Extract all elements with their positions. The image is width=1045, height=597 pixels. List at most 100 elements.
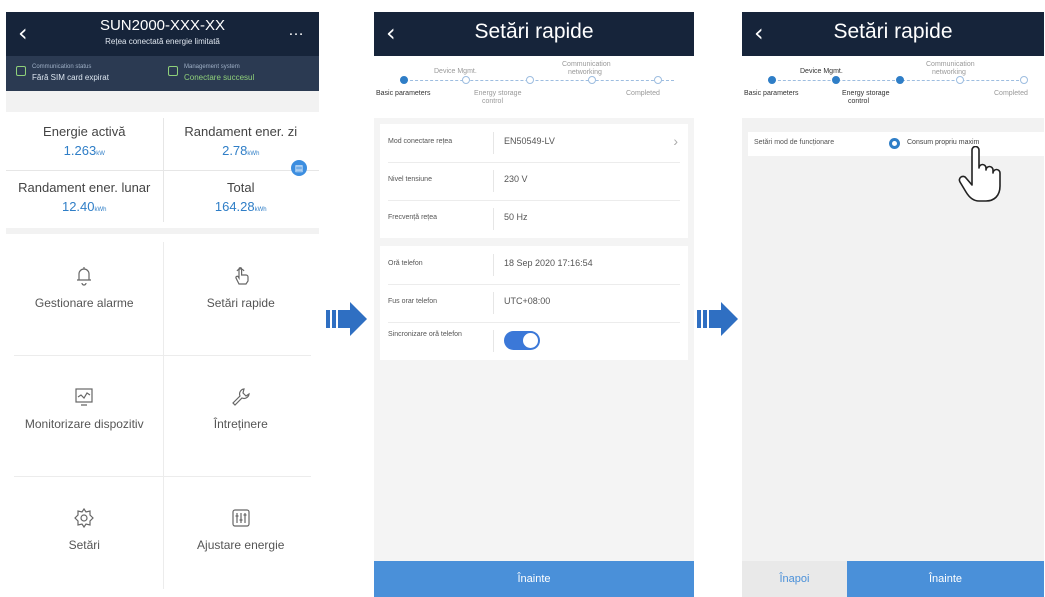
back-button[interactable]: ‹ bbox=[18, 18, 28, 48]
step-dot-communication bbox=[956, 76, 964, 84]
status-value: Conectare succesul bbox=[184, 73, 255, 82]
navigation-bar: ‹ Setări rapide bbox=[742, 12, 1044, 56]
menu-label: Gestionare alarme bbox=[34, 296, 134, 310]
step-label-device: Device Mgmt. bbox=[800, 68, 843, 75]
menu-quick-settings[interactable]: Setări rapide bbox=[163, 234, 320, 355]
menu-label: Ajustare energie bbox=[197, 538, 285, 552]
sync-time-toggle[interactable] bbox=[504, 331, 540, 350]
menu-energy-adjustment[interactable]: Ajustare energie bbox=[163, 476, 320, 597]
step-label-device: Device Mgmt. bbox=[434, 68, 477, 75]
energy-value: 12.40kWh bbox=[6, 199, 163, 214]
hand-pointer-icon bbox=[958, 146, 1001, 202]
grid-parameters-card: Mod conectare rețea EN50549-LV › Nivel t… bbox=[380, 124, 688, 238]
menu-label: Setări rapide bbox=[206, 296, 275, 310]
monthly-yield: Randament ener. lunar 12.40kWh bbox=[6, 180, 163, 214]
frequency-row[interactable]: Frecvență rețea 50 Hz bbox=[380, 200, 688, 238]
status-label: Communication status bbox=[32, 64, 92, 70]
sync-time-row: Sincronizare oră telefon bbox=[380, 322, 688, 360]
step-dot-basic bbox=[400, 76, 408, 84]
more-icon[interactable]: … bbox=[288, 22, 305, 40]
page-title: Setări rapide bbox=[833, 20, 953, 43]
navigation-bar: ‹ Setări rapide bbox=[374, 12, 694, 56]
unit: kWh bbox=[254, 207, 267, 213]
step-label-communication: Communication bbox=[562, 61, 611, 68]
phone-time-row[interactable]: Oră telefon 18 Sep 2020 17:16:54 bbox=[380, 246, 688, 284]
status-bar: Communication status Fără SIM card expir… bbox=[6, 56, 319, 91]
active-power: Energie activă 1.263kW bbox=[6, 124, 163, 158]
step-label-completed: Completed bbox=[626, 90, 660, 97]
row-value: EN50549-LV bbox=[504, 136, 555, 146]
row-value: 50 Hz bbox=[504, 212, 528, 222]
grid-code-row[interactable]: Mod conectare rețea EN50549-LV › bbox=[380, 124, 688, 162]
gear-icon bbox=[72, 506, 96, 530]
row-value: UTC+08:00 bbox=[504, 296, 551, 306]
menu-label: Monitorizare dispozitiv bbox=[24, 417, 144, 431]
energy-value: 1.263kW bbox=[6, 143, 163, 158]
sim-status: Communication status Fără SIM card expir… bbox=[16, 64, 156, 84]
flow-arrow-icon bbox=[697, 302, 738, 336]
step-dot-communication bbox=[588, 76, 596, 84]
divider bbox=[493, 254, 494, 276]
time-settings-card: Oră telefon 18 Sep 2020 17:16:54 Fus ora… bbox=[380, 246, 688, 360]
menu-settings[interactable]: Setări bbox=[6, 476, 163, 597]
energy-label: Total bbox=[227, 180, 255, 195]
row-value: 230 V bbox=[504, 174, 528, 184]
energy-label: Energie activă bbox=[43, 124, 126, 139]
menu-device-monitoring[interactable]: Monitorizare dispozitiv bbox=[6, 355, 163, 476]
flow-arrow-icon bbox=[326, 302, 367, 336]
divider bbox=[493, 292, 494, 314]
step-dot-basic bbox=[768, 76, 776, 84]
step-label-basic: Basic parameters bbox=[744, 90, 799, 97]
back-footer-button[interactable]: Înapoi bbox=[742, 561, 847, 597]
chart-toggle-button[interactable]: ▤ bbox=[291, 160, 307, 176]
page-title: Setări rapide bbox=[474, 20, 594, 43]
energy-value: 164.28kWh bbox=[163, 199, 320, 214]
menu-maintenance[interactable]: Întreținere bbox=[163, 355, 320, 476]
energy-summary: Energie activă 1.263kW Randament ener. z… bbox=[6, 112, 319, 228]
working-mode-label: Setări mod de funcționare bbox=[754, 139, 835, 146]
voltage-row[interactable]: Nivel tensiune 230 V bbox=[380, 162, 688, 200]
step-label-storage: Energy storage bbox=[474, 90, 522, 97]
step-label-basic: Basic parameters bbox=[376, 90, 431, 97]
energy-value: 2.78kWh bbox=[163, 143, 320, 158]
connection-status: Management system Conectare succesul bbox=[168, 64, 308, 84]
step-line bbox=[400, 80, 674, 81]
row-value: 18 Sep 2020 17:16:54 bbox=[504, 258, 593, 268]
unit: kWh bbox=[94, 207, 107, 213]
divider bbox=[493, 132, 494, 154]
status-value: Fără SIM card expirat bbox=[32, 73, 109, 82]
step-dot-completed bbox=[1020, 76, 1028, 84]
wizard-stepper: Device Mgmt. Communication networking Ba… bbox=[742, 56, 1044, 118]
next-button[interactable]: Înainte bbox=[374, 561, 694, 597]
row-label: Nivel tensiune bbox=[388, 176, 432, 183]
unit: kW bbox=[96, 151, 105, 157]
unit: kWh bbox=[247, 151, 260, 157]
bell-icon bbox=[72, 264, 96, 288]
device-subtitle: Rețea conectată energie limitată bbox=[105, 37, 220, 46]
menu-alarm-management[interactable]: Gestionare alarme bbox=[6, 234, 163, 355]
step-dot-storage bbox=[896, 76, 904, 84]
status-label: Management system bbox=[184, 64, 240, 70]
device-title: SUN2000-XXX-XX bbox=[99, 17, 226, 34]
working-mode-value[interactable]: Consum propriu maxim bbox=[907, 139, 979, 146]
step-label-communication-2: networking bbox=[568, 69, 602, 76]
divider bbox=[6, 170, 319, 171]
value: 164.28 bbox=[214, 199, 255, 214]
row-label: Oră telefon bbox=[388, 260, 423, 267]
navigation-bar: ‹ SUN2000-XXX-XX Rețea conectată energie… bbox=[6, 12, 319, 56]
home-screen: ‹ SUN2000-XXX-XX Rețea conectată energie… bbox=[6, 12, 319, 597]
step-label-completed: Completed bbox=[994, 90, 1028, 97]
row-label: Sincronizare oră telefon bbox=[388, 331, 462, 338]
radio-selected-icon[interactable] bbox=[889, 138, 900, 149]
step-label-communication: Communication bbox=[926, 61, 975, 68]
toggle-knob bbox=[523, 333, 538, 348]
total-yield: Total 164.28kWh bbox=[163, 180, 320, 214]
step-label-storage-2: control bbox=[482, 98, 504, 105]
connection-icon bbox=[168, 66, 178, 76]
divider bbox=[493, 170, 494, 192]
divider bbox=[493, 208, 494, 230]
step-label-storage: Energy storage bbox=[842, 90, 890, 97]
timezone-row[interactable]: Fus orar telefon UTC+08:00 bbox=[380, 284, 688, 322]
step-dot-device bbox=[832, 76, 840, 84]
next-button[interactable]: Înainte bbox=[847, 561, 1044, 597]
